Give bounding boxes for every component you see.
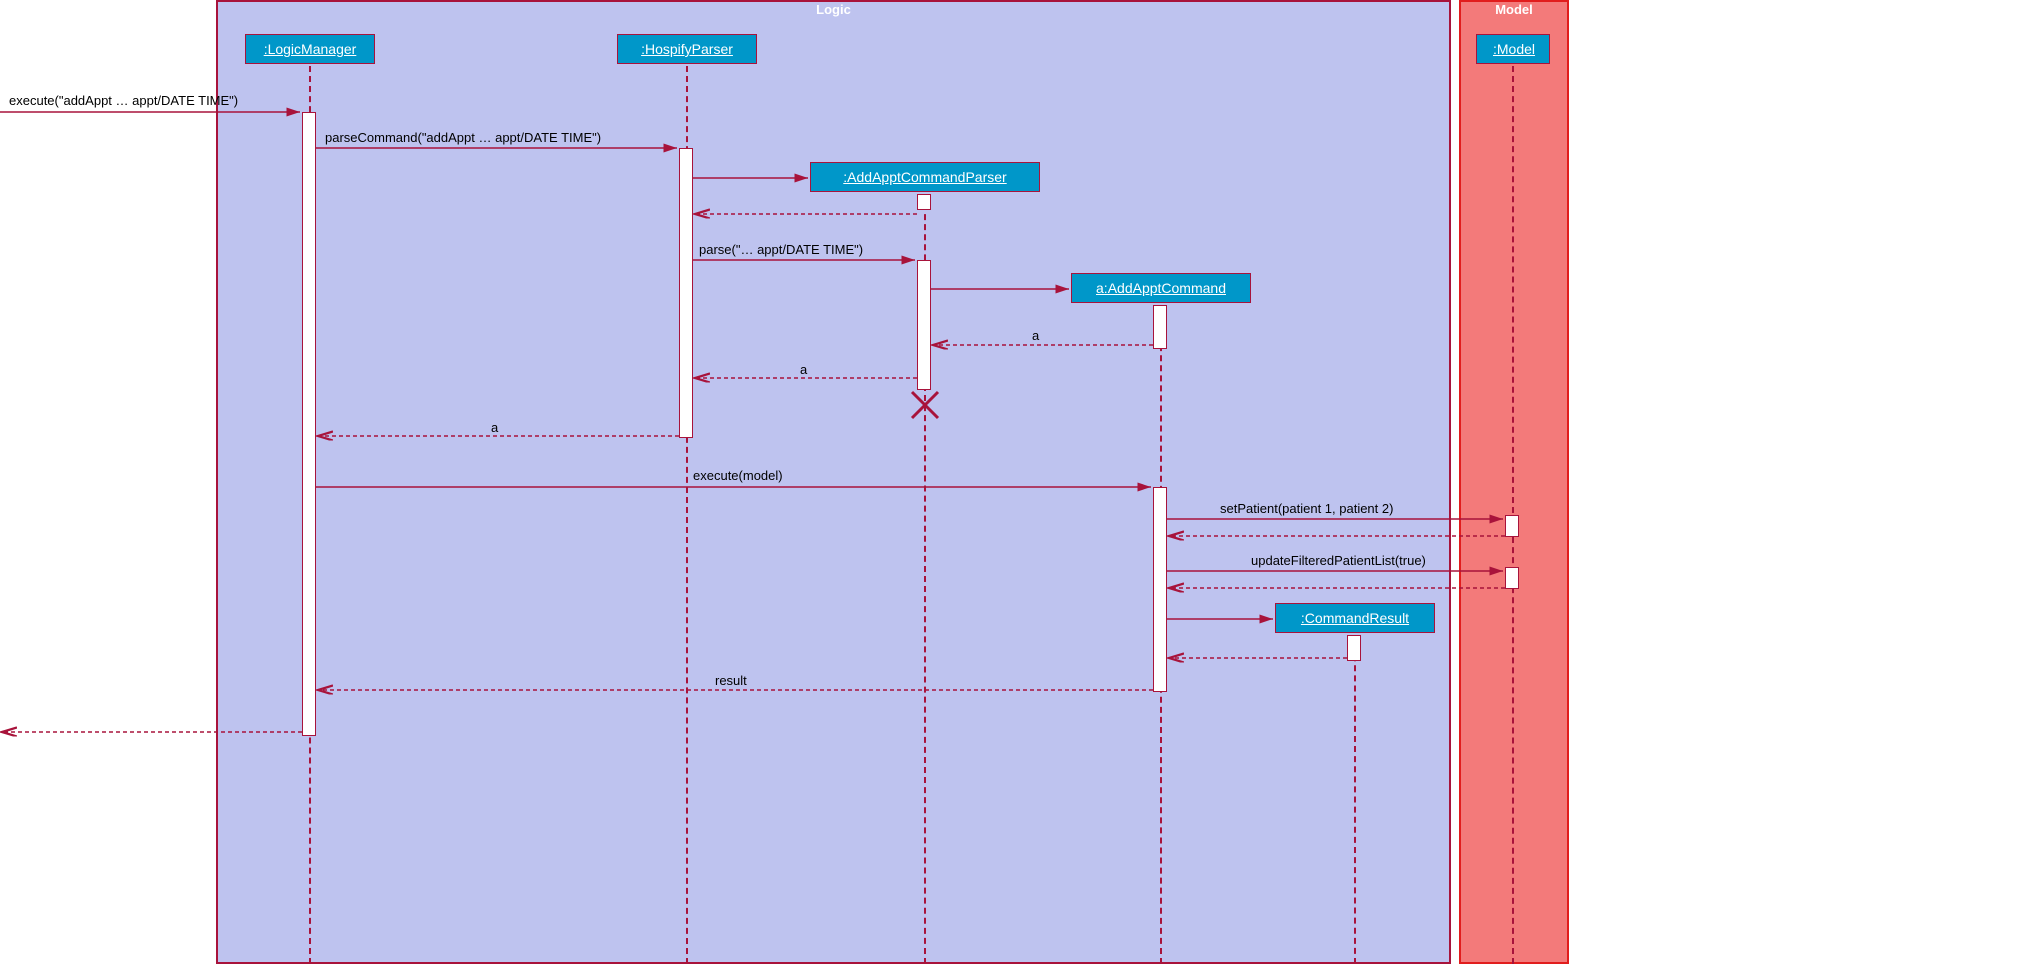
- activation-model-1: [1505, 515, 1519, 537]
- frame-model-label: Model: [1461, 0, 1567, 19]
- activation-command-result: [1347, 635, 1361, 661]
- participant-addappt-command: a:AddApptCommand: [1071, 273, 1251, 303]
- activation-hospify-parser: [679, 148, 693, 438]
- lifeline-command-result: [1354, 635, 1356, 964]
- msg-return-a-2: a: [800, 362, 807, 377]
- msg-execute-1: execute("addAppt … appt/DATE TIME"): [9, 93, 238, 108]
- msg-set-patient: setPatient(patient 1, patient 2): [1220, 501, 1393, 516]
- msg-parse-command: parseCommand("addAppt … appt/DATE TIME"): [325, 130, 601, 145]
- participant-command-result: :CommandResult: [1275, 603, 1435, 633]
- activation-addappt-command-2: [1153, 487, 1167, 692]
- participant-model: :Model: [1476, 34, 1550, 64]
- msg-return-a-3: a: [491, 420, 498, 435]
- msg-return-a-1: a: [1032, 328, 1039, 343]
- participant-hospify-parser: :HospifyParser: [617, 34, 757, 64]
- frame-logic-label: Logic: [218, 0, 1449, 19]
- activation-addappt-parser-2: [917, 260, 931, 390]
- activation-model-2: [1505, 567, 1519, 589]
- participant-logic-manager: :LogicManager: [245, 34, 375, 64]
- activation-addappt-parser-1: [917, 194, 931, 210]
- msg-result: result: [715, 673, 747, 688]
- msg-parse: parse("… appt/DATE TIME"): [699, 242, 863, 257]
- activation-addappt-command-1: [1153, 305, 1167, 349]
- msg-update-filtered: updateFilteredPatientList(true): [1251, 553, 1426, 568]
- frame-model: Model: [1459, 0, 1569, 964]
- participant-addappt-parser: :AddApptCommandParser: [810, 162, 1040, 192]
- msg-execute-model: execute(model): [693, 468, 783, 483]
- activation-logic-manager: [302, 112, 316, 736]
